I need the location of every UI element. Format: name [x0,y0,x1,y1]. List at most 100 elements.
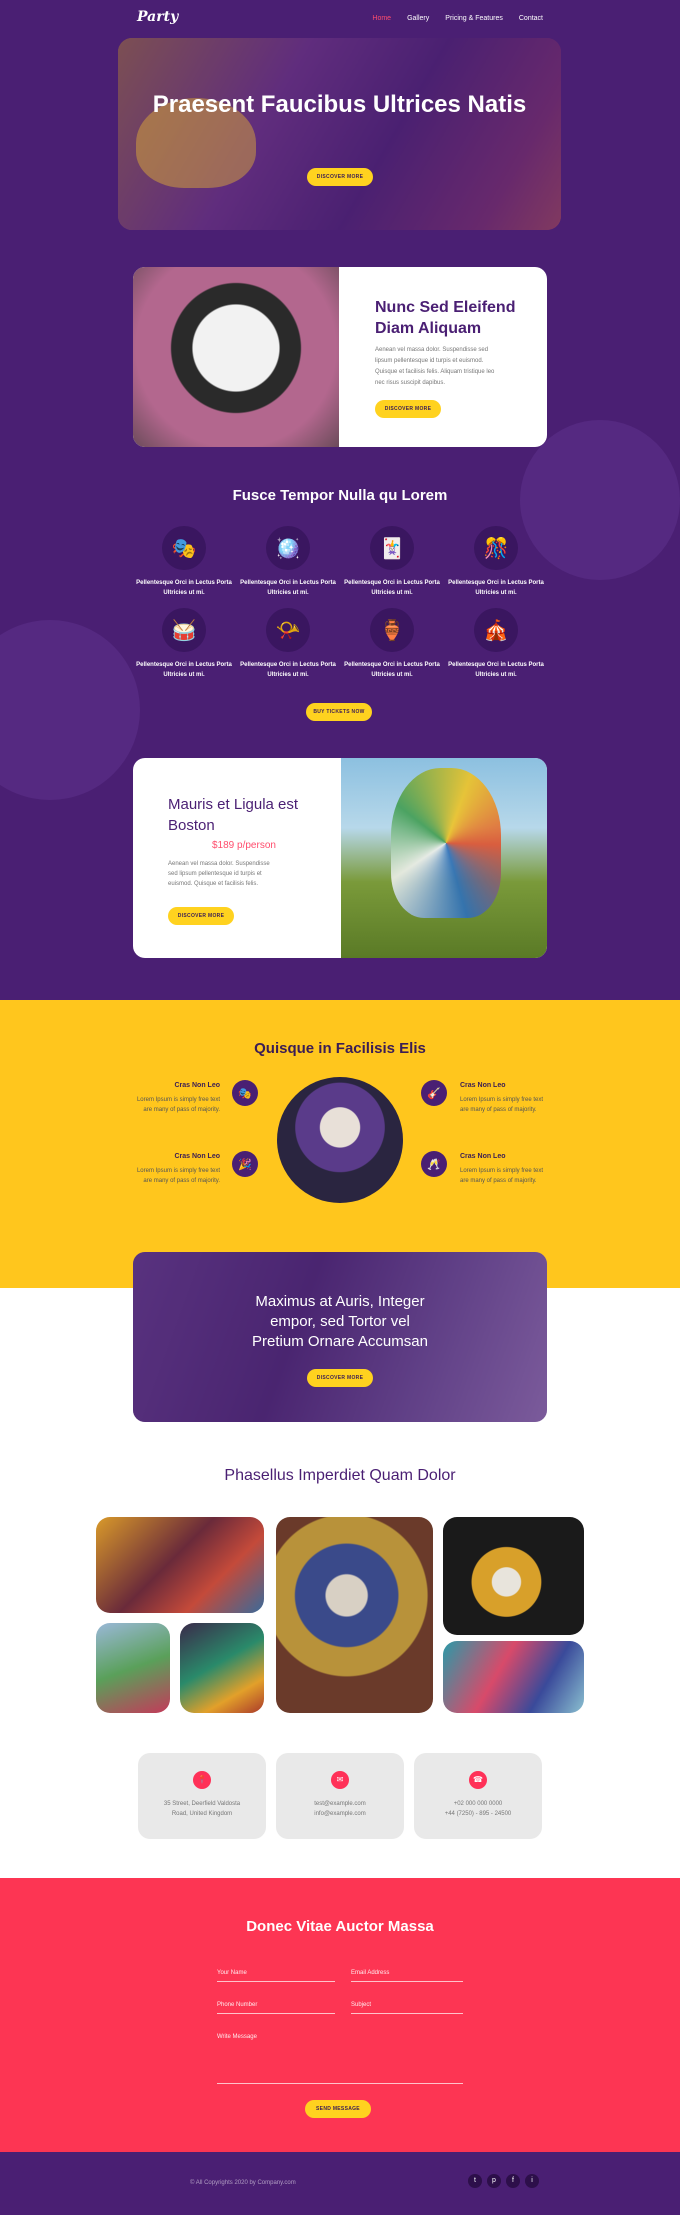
gallery-photo-carousel[interactable] [96,1517,264,1613]
gallery-photo-gold-mask[interactable] [443,1517,584,1635]
info-item: Cras Non Leo Lorem Ipsum is simply free … [70,1153,220,1186]
feature-label: Pellentesque Orci in Lectus Porta Ultric… [240,662,336,678]
info-item-text: Lorem Ipsum is simply free text are many… [460,1168,544,1184]
info-item-text: Lorem Ipsum is simply free text are many… [460,1097,544,1113]
intro-discover-button[interactable]: Discover More [375,400,441,418]
location-icon: 📍 [193,1771,211,1789]
gallery-photo-costume[interactable] [180,1623,264,1713]
feature-icon: 📯 [266,608,310,652]
features-title: Fusce Tempor Nulla qu Lorem [232,487,448,504]
gallery-photo-crowd[interactable] [443,1641,584,1713]
info-item-text: Lorem Ipsum is simply free text are many… [136,1097,220,1113]
carnival-banner: Maximus at Auris, Integer empor, sed Tor… [133,1252,547,1422]
twitter-icon[interactable]: t [468,2174,482,2188]
nav-link-contact[interactable]: Contact [519,15,543,22]
party-icon: 🎉 [232,1151,258,1177]
feature-icon: 🪩 [266,526,310,570]
info-item: Cras Non Leo Lorem Ipsum is simply free … [460,1153,610,1186]
phone-icon: ☎ [469,1771,487,1789]
copyright-text: © All Copyrights 2020 by Company.com [190,2180,296,2186]
feature-item: 🎭 Pellentesque Orci in Lectus Porta Ultr… [134,526,234,598]
buy-tickets-button[interactable]: Buy Tickets Now [306,703,372,721]
dancer-photo [341,758,547,958]
message-field[interactable]: Write Message [217,2030,463,2084]
nav-link-pricing[interactable]: Pricing & Features [445,15,503,22]
pricing-card-text: Aenean vel massa dolor. Suspendisse sed … [168,861,270,887]
feature-item: 📯 Pellentesque Orci in Lectus Porta Ultr… [238,608,338,680]
intro-card-title: Nunc Sed Eleifend Diam Aliquam [375,299,516,337]
name-field[interactable]: Your Name [217,1966,335,1982]
info-item: Cras Non Leo Lorem Ipsum is simply free … [460,1082,610,1115]
glasses-icon: 🥂 [421,1151,447,1177]
phone-link[interactable]: +02 000 000 0000 [414,1799,542,1809]
mask-icon: 🎭 [232,1080,258,1106]
feature-label: Pellentesque Orci in Lectus Porta Ultric… [344,662,440,678]
footer: © All Copyrights 2020 by Company.com t p… [0,2152,680,2215]
nav-menu: Home Gallery Pricing & Features Contact [372,15,543,22]
pricing-card: Mauris et Ligula est Boston $189 p/perso… [133,758,547,958]
feature-icon: 🎊 [474,526,518,570]
feature-item: 🥁 Pellentesque Orci in Lectus Porta Ultr… [134,608,234,680]
gallery-photo-parade[interactable] [96,1623,170,1713]
feature-item: 🏺 Pellentesque Orci in Lectus Porta Ultr… [342,608,442,680]
info-item-text: Lorem Ipsum is simply free text are many… [136,1168,220,1184]
pinterest-icon[interactable]: p [487,2174,501,2188]
banner-discover-button[interactable]: Discover More [307,1369,373,1387]
top-nav: Party Home Gallery Pricing & Features Co… [0,0,680,40]
facebook-icon[interactable]: f [506,2174,520,2188]
feature-item: 🎪 Pellentesque Orci in Lectus Porta Ultr… [446,608,546,680]
feature-item: 🎊 Pellentesque Orci in Lectus Porta Ultr… [446,526,546,598]
nav-link-home[interactable]: Home [372,15,391,22]
phone-field[interactable]: Phone Number [217,1998,335,2014]
address-card: 📍 35 Street, Deerfield Valdosta Road, Un… [138,1753,266,1839]
gallery-photo-masks[interactable] [276,1517,433,1713]
feature-icon: 🎪 [474,608,518,652]
feature-icon: 🏺 [370,608,414,652]
instagram-icon[interactable]: i [525,2174,539,2188]
mask-circle-photo [277,1077,403,1203]
phone-link[interactable]: +44 (7250) - 895 - 24500 [414,1809,542,1819]
phone-card: ☎ +02 000 000 0000 +44 (7250) - 895 - 24… [414,1753,542,1839]
send-message-button[interactable]: Send Message [305,2100,371,2118]
guitar-icon: 🎸 [421,1080,447,1106]
hero-discover-button[interactable]: Discover More [307,168,373,186]
email-link[interactable]: info@example.com [276,1809,404,1819]
yellow-section-title: Quisque in Facilisis Elis [254,1040,426,1057]
price-label: $189 p/person [212,840,276,851]
email-card: ✉ test@example.com info@example.com [276,1753,404,1839]
gallery-title: Phasellus Imperdiet Quam Dolor [224,1467,456,1484]
subject-field[interactable]: Subject [351,1998,463,2014]
email-link[interactable]: test@example.com [276,1799,404,1809]
address-line: Road, United Kingdom [171,1811,233,1817]
banner-title: Maximus at Auris, Integer empor, sed Tor… [252,1293,428,1350]
nav-link-gallery[interactable]: Gallery [407,15,429,22]
feature-icon: 🃏 [370,526,414,570]
mask-photo [133,267,339,447]
pricing-card-title: Mauris et Ligula est Boston [168,796,299,834]
feature-label: Pellentesque Orci in Lectus Porta Ultric… [448,662,544,678]
contact-form-title: Donec Vitae Auctor Massa [246,1918,434,1935]
feature-item: 🪩 Pellentesque Orci in Lectus Porta Ultr… [238,526,338,598]
info-item-title: Cras Non Leo [174,1153,220,1160]
pricing-discover-button[interactable]: Discover More [168,907,234,925]
hero-banner: Praesent Faucibus Ultrices Natis Discove… [118,38,561,230]
feature-icon: 🥁 [162,608,206,652]
mail-icon: ✉ [331,1771,349,1789]
info-item: Cras Non Leo Lorem Ipsum is simply free … [70,1082,220,1115]
decor-blob [0,620,140,800]
logo[interactable]: Party [137,9,178,25]
info-item-title: Cras Non Leo [174,1082,220,1089]
feature-label: Pellentesque Orci in Lectus Porta Ultric… [136,662,232,678]
info-item-title: Cras Non Leo [460,1082,506,1089]
hero-title: Praesent Faucibus Ultrices Natis [152,91,527,118]
intro-card: Nunc Sed Eleifend Diam Aliquam Aenean ve… [133,267,547,447]
feature-label: Pellentesque Orci in Lectus Porta Ultric… [448,580,544,596]
info-item-title: Cras Non Leo [460,1153,506,1160]
feature-item: 🃏 Pellentesque Orci in Lectus Porta Ultr… [342,526,442,598]
intro-card-text: Aenean vel massa dolor. Suspendisse sed … [375,347,495,386]
feature-label: Pellentesque Orci in Lectus Porta Ultric… [240,580,336,596]
email-field[interactable]: Email Address [351,1966,463,1982]
feature-label: Pellentesque Orci in Lectus Porta Ultric… [136,580,232,596]
feature-icon: 🎭 [162,526,206,570]
feature-label: Pellentesque Orci in Lectus Porta Ultric… [344,580,440,596]
